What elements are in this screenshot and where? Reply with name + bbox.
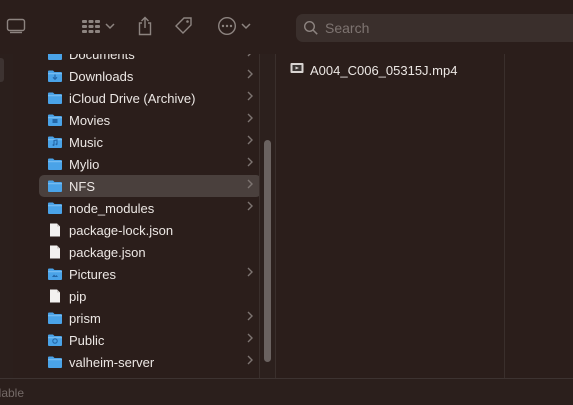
- video-file-icon: [290, 61, 304, 79]
- grid-view-icon: [82, 20, 100, 33]
- chevron-right-icon: [247, 311, 253, 324]
- pictures-folder-icon: [47, 267, 63, 281]
- folder-icon: [47, 91, 63, 105]
- movies-folder-icon: [47, 113, 63, 127]
- left-column-selection: [0, 58, 4, 82]
- chevron-right-icon: [247, 113, 253, 126]
- folder-icon: [47, 311, 63, 325]
- share-icon[interactable]: [134, 12, 156, 40]
- scrollbar-thumb[interactable]: [264, 140, 271, 362]
- chevron-right-icon: [247, 267, 253, 280]
- list-item-label: Music: [69, 134, 103, 150]
- list-item-label: Public: [69, 332, 105, 348]
- file-item-video[interactable]: A004_C006_05315J.mp4: [290, 60, 457, 80]
- chevron-right-icon: [247, 135, 253, 148]
- list-item-label: prism: [69, 310, 101, 326]
- chevron-right-icon: [247, 179, 253, 192]
- list-item[interactable]: pip: [39, 285, 259, 307]
- list-item[interactable]: node_modules: [39, 197, 259, 219]
- folder-icon: [47, 355, 63, 369]
- public-folder-icon: [47, 333, 63, 347]
- tag-icon[interactable]: [172, 12, 196, 40]
- list-item-label: package.json: [69, 244, 146, 260]
- folder-icon: [47, 201, 63, 215]
- chevron-down-icon: [105, 23, 115, 30]
- document-icon: [47, 245, 63, 259]
- list-item-label: Mylio: [69, 156, 100, 172]
- toolbar: Search: [0, 0, 573, 54]
- list-item[interactable]: valheim-server: [39, 351, 259, 373]
- sidebar-toggle-icon[interactable]: [4, 12, 28, 40]
- list-item[interactable]: Public: [39, 329, 259, 351]
- left-column: [0, 54, 13, 378]
- list-item[interactable]: Mylio: [39, 153, 259, 175]
- folder-icon: [47, 157, 63, 171]
- list-item[interactable]: Music: [39, 131, 259, 153]
- list-item-label: Movies: [69, 112, 111, 128]
- list-item-label: valheim-server: [69, 354, 155, 370]
- view-options-button[interactable]: [78, 12, 118, 40]
- list-item[interactable]: Documents: [39, 54, 259, 65]
- chevron-right-icon: [247, 91, 253, 104]
- chevron-down-icon: [241, 23, 251, 30]
- list-item-label: package-lock.json: [69, 222, 174, 238]
- search-icon: [303, 20, 318, 35]
- list-item[interactable]: package-lock.json: [39, 219, 259, 241]
- list-item[interactable]: prism: [39, 307, 259, 329]
- more-actions-button[interactable]: [214, 12, 254, 40]
- folder-icon: [47, 54, 63, 61]
- column-scrollbar[interactable]: [259, 54, 276, 378]
- list-item-label: iCloud Drive (Archive): [69, 90, 196, 106]
- status-text: ilable: [0, 386, 25, 400]
- list-item[interactable]: Downloads: [39, 65, 259, 87]
- list-item[interactable]: Movies: [39, 109, 259, 131]
- file-name: A004_C006_05315J.mp4: [310, 62, 458, 78]
- chevron-right-icon: [247, 54, 253, 60]
- list-item-label: NFS: [69, 178, 95, 194]
- search-placeholder: Search: [325, 20, 370, 36]
- status-bar: ilable: [0, 378, 573, 405]
- browser-column[interactable]: Documents Downloads iCloud Drive (Archive)…: [13, 54, 259, 378]
- chevron-right-icon: [247, 157, 253, 170]
- document-icon: [47, 289, 63, 303]
- preview-column[interactable]: A004_C006_05315J.mp4: [276, 54, 504, 378]
- right-column: [504, 54, 573, 378]
- list-item[interactable]: iCloud Drive (Archive): [39, 87, 259, 109]
- chevron-right-icon: [247, 333, 253, 346]
- chevron-right-icon: [247, 201, 253, 214]
- list-item-label: node_modules: [69, 200, 155, 216]
- list-item[interactable]: Pictures: [39, 263, 259, 285]
- list-item-label: Pictures: [69, 266, 116, 282]
- list-item[interactable]: NFS: [39, 175, 259, 197]
- search-field[interactable]: Search: [296, 14, 573, 42]
- downloads-folder-icon: [47, 69, 63, 83]
- list-item[interactable]: package.json: [39, 241, 259, 263]
- list-item-label: Documents: [69, 54, 135, 62]
- chevron-right-icon: [247, 69, 253, 82]
- list-item-label: Downloads: [69, 68, 134, 84]
- chevron-right-icon: [247, 355, 253, 368]
- document-icon: [47, 223, 63, 237]
- list-item-label: pip: [69, 288, 87, 304]
- ellipsis-circle-icon: [217, 16, 237, 36]
- music-folder-icon: [47, 135, 63, 149]
- folder-icon: [47, 179, 63, 193]
